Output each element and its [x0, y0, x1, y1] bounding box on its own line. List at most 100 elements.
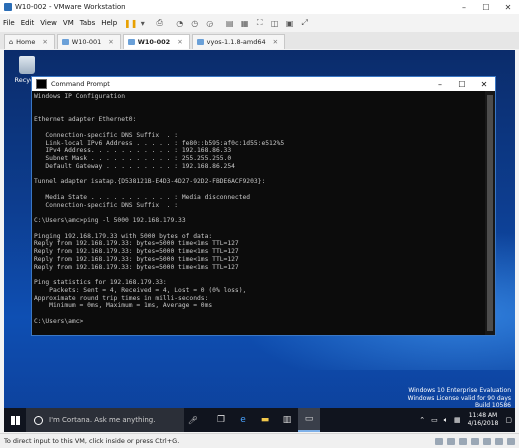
- command-prompt-window[interactable]: Command Prompt – ☐ ✕ Windows IP Configur…: [31, 76, 496, 336]
- cmd-title: Command Prompt: [51, 80, 110, 88]
- menu-vm[interactable]: VM: [60, 19, 77, 27]
- show-hidden-icons-icon[interactable]: ⌃: [419, 416, 425, 424]
- pause-icon[interactable]: ❚❚: [124, 17, 137, 30]
- revert-snapshot-icon[interactable]: ◷: [188, 17, 201, 30]
- windows-logo-icon: [10, 415, 20, 425]
- vm-tab-bar: ⌂ Home ✕ W10-001 ✕ W10-002 ✕ vyos-1.1.8-…: [0, 32, 519, 49]
- console-line: C:\Users\amc>ping -l 5000 192.168.179.33: [34, 217, 186, 224]
- stretch-icon[interactable]: ⤢: [298, 17, 311, 30]
- console-line: Reply from 192.168.179.33: bytes=5000 ti…: [34, 263, 239, 271]
- volume-icon[interactable]: 🔈︎: [444, 416, 448, 425]
- console-line: Ethernet adapter Ethernet0:: [34, 116, 137, 124]
- watermark-line: Windows 10 Enterprise Evaluation: [408, 387, 511, 394]
- library-icon[interactable]: ▤: [223, 17, 236, 30]
- maximize-icon[interactable]: ☐: [475, 0, 497, 14]
- menu-tabs[interactable]: Tabs: [77, 19, 99, 27]
- scrollbar[interactable]: [485, 91, 495, 335]
- guest-desktop[interactable]: Recycle Windows 10 Enterprise Evaluation…: [4, 50, 515, 432]
- cmd-titlebar[interactable]: Command Prompt – ☐ ✕: [32, 77, 495, 91]
- console-output[interactable]: Windows IP Configuration Ethernet adapter…: [34, 93, 484, 331]
- file-explorer-icon[interactable]: ▬: [254, 408, 276, 432]
- console-line: Reply from 192.168.179.33: bytes=5000 ti…: [34, 240, 239, 248]
- clock-time: 11:48 AM: [468, 412, 498, 419]
- window-titlebar: W10-002 - VMware Workstation – ☐ ✕: [0, 0, 519, 15]
- network-icon[interactable]: ▭: [431, 416, 438, 424]
- clock-date: 4/16/2018: [467, 420, 499, 427]
- console-line: Packets: Sent = 4, Received = 4, Lost = …: [34, 286, 247, 294]
- console-line: Media State . . . . . . . . . . . : Medi…: [34, 193, 251, 201]
- unity-icon[interactable]: ◫: [268, 17, 281, 30]
- message-log-icon[interactable]: [507, 437, 515, 445]
- send-ctrl-alt-del-icon[interactable]: ⎙: [153, 17, 166, 30]
- console-line: Pinging 192.168.179.33 with 5000 bytes o…: [34, 232, 213, 240]
- console-line: Reply from 192.168.179.33: bytes=5000 ti…: [34, 248, 239, 255]
- dropdown-icon[interactable]: ▾: [139, 17, 146, 30]
- taskbar: I'm Cortana. Ask me anything. 🎤︎ ❐ e ▬ ▥…: [4, 408, 515, 432]
- command-prompt-taskbar-icon[interactable]: ▭: [298, 408, 320, 432]
- console-line: Minimum = 0ms, Maximum = 1ms, Average = …: [34, 302, 213, 310]
- tab-home[interactable]: ⌂ Home ✕: [4, 34, 55, 49]
- keyboard-icon[interactable]: ▦: [454, 416, 461, 424]
- menu-edit[interactable]: Edit: [18, 19, 38, 27]
- window-title: W10-002 - VMware Workstation: [15, 3, 126, 11]
- close-tab-icon[interactable]: ✕: [42, 38, 47, 46]
- console-line: Tunnel adapter isatap.{D538121B-E4D3-4D2…: [34, 178, 266, 186]
- mic-icon[interactable]: 🎤︎: [184, 408, 202, 432]
- tab-w10-001[interactable]: W10-001 ✕: [56, 34, 121, 49]
- sound-icon[interactable]: [483, 437, 491, 445]
- vm-icon: [196, 39, 204, 45]
- recycle-bin-icon: [19, 56, 35, 74]
- menu-help[interactable]: Help: [98, 19, 120, 27]
- vm-icon: [127, 39, 135, 45]
- close-icon[interactable]: ✕: [473, 80, 495, 89]
- minimize-icon[interactable]: –: [453, 0, 475, 14]
- tab-w10-002[interactable]: W10-002 ✕: [122, 34, 190, 49]
- menu-bar: File Edit View VM Tabs Help ❚❚ ▾ ⎙ ◔ ◷ ◶…: [0, 14, 519, 32]
- close-tab-icon[interactable]: ✕: [108, 38, 113, 46]
- console-line: Connection-specific DNS Suffix . :: [34, 201, 179, 209]
- close-tab-icon[interactable]: ✕: [273, 38, 278, 46]
- display-icon[interactable]: [495, 437, 503, 445]
- usb-icon[interactable]: [471, 437, 479, 445]
- cd-dvd-icon[interactable]: [447, 437, 455, 445]
- console-line: Ping statistics for 192.168.179.33:: [34, 279, 167, 286]
- edge-icon[interactable]: e: [232, 408, 254, 432]
- console-line: Windows IP Configuration: [34, 93, 125, 100]
- snapshot-icon[interactable]: ◔: [173, 17, 186, 30]
- search-placeholder: I'm Cortana. Ask me anything.: [49, 416, 156, 424]
- cmd-icon: [36, 79, 47, 89]
- store-icon[interactable]: ▥: [276, 408, 298, 432]
- console-line: Default Gateway . . . . . . . . . : 192.…: [34, 162, 235, 170]
- start-button[interactable]: [4, 408, 26, 432]
- maximize-icon[interactable]: ☐: [451, 80, 473, 89]
- thumbnail-icon[interactable]: ▦: [238, 17, 251, 30]
- close-tab-icon[interactable]: ✕: [177, 38, 182, 46]
- fullscreen-icon[interactable]: ⛶: [253, 17, 266, 30]
- system-tray: ⌃ ▭ 🔈︎ ▦ 11:48 AM 4/16/2018 ▢: [416, 412, 515, 428]
- console-view-icon[interactable]: ▣: [283, 17, 296, 30]
- cortana-icon: [34, 415, 43, 425]
- windows-watermark: Windows 10 Enterprise Evaluation Windows…: [408, 387, 511, 410]
- tab-vyos[interactable]: vyos-1.1.8-amd64 ✕: [191, 34, 286, 49]
- tab-label: W10-002: [137, 38, 171, 46]
- scrollbar-thumb[interactable]: [487, 95, 493, 331]
- console-line: Subnet Mask . . . . . . . . . . . : 255.…: [34, 155, 232, 162]
- watermark-line: Windows License valid for 90 days: [407, 394, 511, 402]
- menu-view[interactable]: View: [37, 19, 60, 27]
- cortana-search[interactable]: I'm Cortana. Ask me anything.: [26, 408, 184, 432]
- minimize-icon[interactable]: –: [429, 80, 451, 89]
- menu-file[interactable]: File: [0, 19, 18, 27]
- notifications-icon[interactable]: ▢: [505, 416, 512, 424]
- hard-disk-icon[interactable]: [435, 437, 443, 445]
- task-view-icon[interactable]: ❐: [210, 408, 232, 432]
- snapshot-manager-icon[interactable]: ◶: [203, 17, 216, 30]
- close-icon[interactable]: ✕: [497, 0, 519, 14]
- network-adapter-icon[interactable]: [459, 437, 467, 445]
- clock[interactable]: 11:48 AM 4/16/2018: [468, 412, 499, 428]
